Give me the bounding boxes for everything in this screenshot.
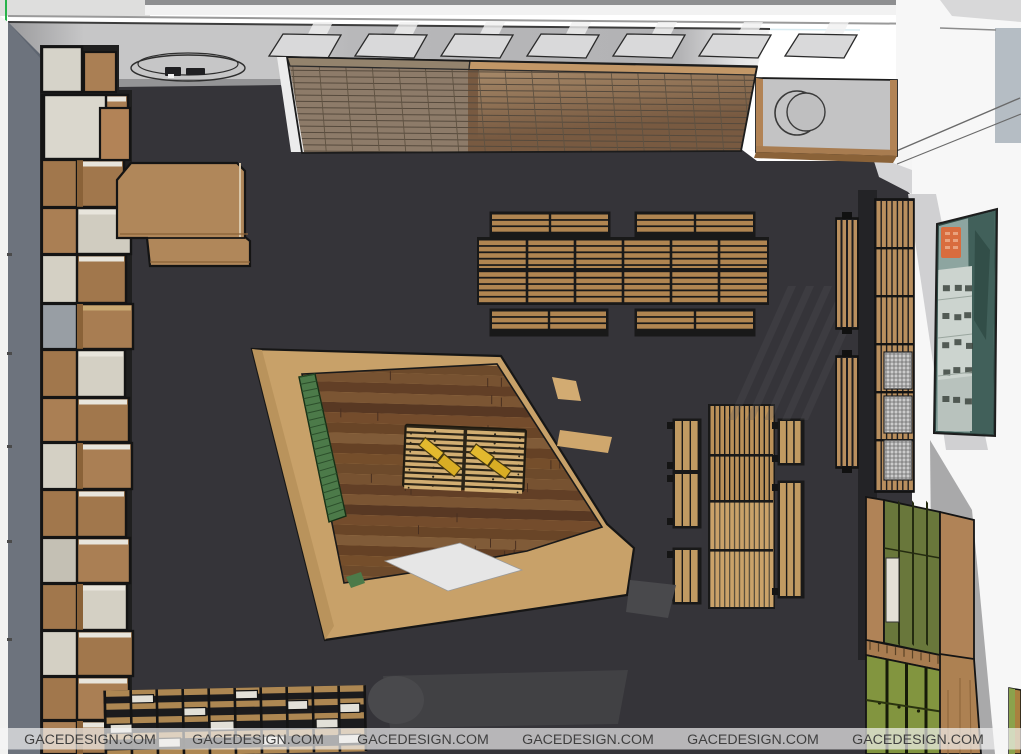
svg-text:GACEDESIGN.COM: GACEDESIGN.COM: [24, 732, 156, 748]
svg-text:GACEDESIGN.COM: GACEDESIGN.COM: [522, 732, 654, 748]
svg-text:GACEDESIGN.COM: GACEDESIGN.COM: [852, 732, 984, 748]
svg-text:GACEDESIGN.COM: GACEDESIGN.COM: [357, 732, 489, 748]
svg-text:GACEDESIGN.COM: GACEDESIGN.COM: [687, 732, 819, 748]
svg-text:GACEDESIGN.COM: GACEDESIGN.COM: [192, 732, 324, 748]
